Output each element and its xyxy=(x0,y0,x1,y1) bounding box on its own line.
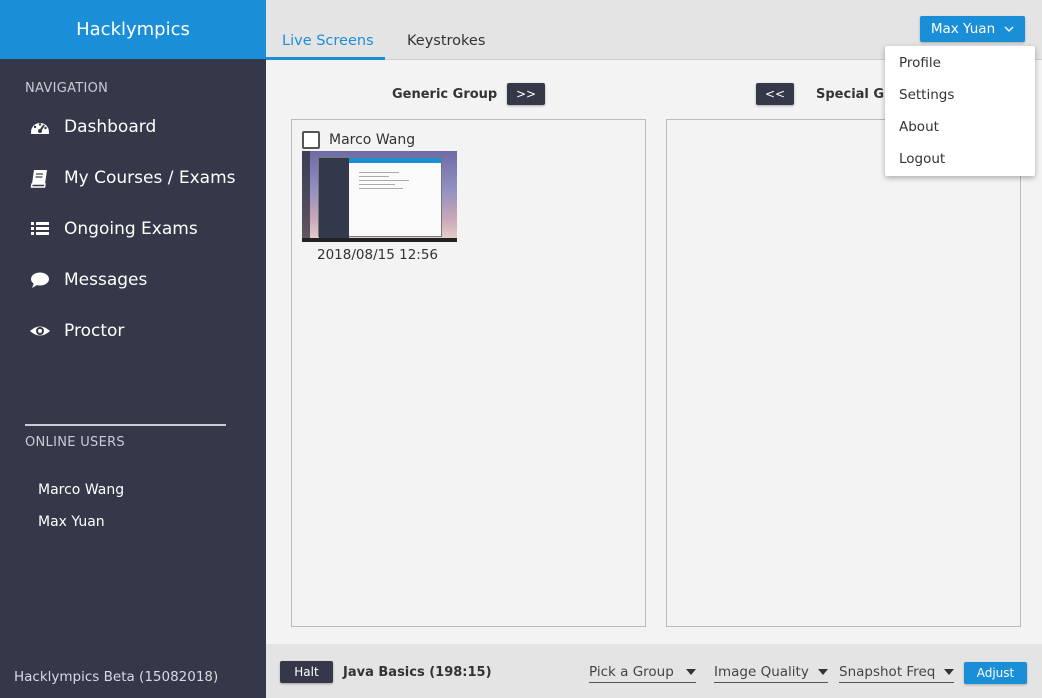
sidebar-item-courses[interactable]: My Courses / Exams xyxy=(29,163,236,193)
list-icon xyxy=(29,218,51,240)
thumbnail-code-line xyxy=(359,176,389,177)
snapshot-freq-select[interactable]: Snapshot Freq xyxy=(839,661,954,683)
snapshot-timestamp: 2018/08/15 12:56 xyxy=(317,247,439,263)
thumbnail-code-line xyxy=(359,184,395,185)
sidebar-divider xyxy=(25,424,226,426)
online-users-heading: ONLINE USERS xyxy=(25,435,125,450)
dropdown-caret-icon xyxy=(944,668,954,675)
sidebar-item-proctor[interactable]: Proctor xyxy=(29,316,124,346)
sidebar-item-ongoing-exams[interactable]: Ongoing Exams xyxy=(29,214,198,244)
snapshot-freq-label: Snapshot Freq xyxy=(839,663,936,680)
book-icon xyxy=(29,167,51,189)
sidebar-item-label: My Courses / Exams xyxy=(64,168,236,188)
sidebar: Hacklympics NAVIGATION Dashboard My Cour… xyxy=(0,0,266,698)
tab-live-screens[interactable]: Live Screens xyxy=(282,33,374,49)
dropdown-caret-icon xyxy=(818,668,828,675)
pick-group-select[interactable]: Pick a Group xyxy=(589,661,696,683)
special-group-panel xyxy=(666,119,1021,627)
app-title: Hacklympics xyxy=(0,0,266,59)
eye-icon xyxy=(29,320,51,342)
halt-button[interactable]: Halt xyxy=(280,661,333,683)
student-select-row: Marco Wang xyxy=(302,130,462,150)
dropdown-caret-icon xyxy=(686,668,696,675)
adjust-button[interactable]: Adjust xyxy=(964,662,1027,684)
sidebar-item-label: Ongoing Exams xyxy=(64,219,198,239)
move-to-special-button[interactable]: >> xyxy=(507,83,545,105)
chat-bubble-icon xyxy=(29,269,51,291)
sidebar-item-messages[interactable]: Messages xyxy=(29,265,147,295)
bottom-bar: Halt Java Basics (198:15) Pick a Group I… xyxy=(266,644,1042,698)
user-dropdown-menu: Profile Settings About Logout xyxy=(885,46,1035,176)
image-quality-select[interactable]: Image Quality xyxy=(714,661,828,683)
sidebar-item-label: Messages xyxy=(64,270,148,290)
thumbnail-window xyxy=(318,157,442,238)
exam-status: Java Basics (198:15) xyxy=(343,665,492,680)
sidebar-item-label: Proctor xyxy=(64,321,125,341)
sidebar-item-label: Dashboard xyxy=(64,117,157,137)
screen-thumbnail[interactable] xyxy=(302,151,457,242)
navigation-heading: NAVIGATION xyxy=(25,81,109,96)
menu-item-about[interactable]: About xyxy=(899,119,939,135)
student-name: Marco Wang xyxy=(329,132,416,148)
app-version: Hacklympics Beta (15082018) xyxy=(14,669,219,685)
sidebar-item-dashboard[interactable]: Dashboard xyxy=(29,112,156,142)
menu-item-settings[interactable]: Settings xyxy=(899,87,954,103)
online-user-item[interactable]: Max Yuan xyxy=(38,514,105,530)
generic-group-title: Generic Group xyxy=(392,87,498,102)
user-menu-label: Max Yuan xyxy=(930,21,996,37)
thumbnail-sidebar xyxy=(319,158,349,238)
thumbnail-code-line xyxy=(359,188,403,189)
chevron-down-icon xyxy=(1004,26,1014,32)
online-user-item[interactable]: Marco Wang xyxy=(38,482,124,498)
thumbnail-code-line xyxy=(359,172,399,173)
move-to-generic-button[interactable]: << xyxy=(756,83,794,105)
student-checkbox[interactable] xyxy=(302,131,320,149)
thumbnail-header xyxy=(349,158,441,163)
menu-item-logout[interactable]: Logout xyxy=(899,151,945,167)
thumbnail-taskbar xyxy=(302,238,457,242)
menu-item-profile[interactable]: Profile xyxy=(899,55,941,71)
special-group-title: Special Gr xyxy=(816,87,891,102)
thumbnail-code-line xyxy=(359,180,409,181)
user-menu-button[interactable]: Max Yuan xyxy=(920,16,1025,42)
generic-group-panel: Marco Wang 2018/08/15 12:56 xyxy=(291,119,646,627)
image-quality-label: Image Quality xyxy=(714,663,809,680)
dashboard-icon xyxy=(29,116,51,138)
thumbnail-dock xyxy=(302,151,310,242)
pick-group-label: Pick a Group xyxy=(589,663,674,680)
tab-keystrokes[interactable]: Keystrokes xyxy=(407,33,485,49)
student-card: Marco Wang 2018/08/15 12:56 xyxy=(302,130,462,263)
